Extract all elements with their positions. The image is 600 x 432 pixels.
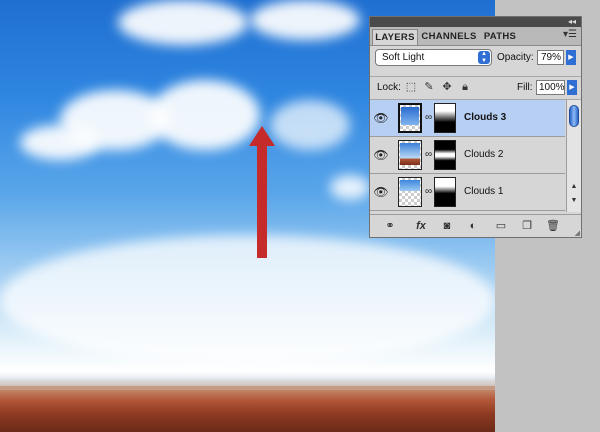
collapse-icon[interactable]: ◂◂ <box>568 17 576 27</box>
scrollbar-thumb[interactable] <box>569 105 579 127</box>
eye-icon[interactable]: 👁︎ <box>373 147 389 163</box>
cloud <box>330 175 370 200</box>
adjustment-layer-icon[interactable]: ◐ <box>466 219 480 233</box>
cloud <box>250 0 360 40</box>
eye-icon[interactable]: 👁︎ <box>373 110 389 126</box>
chain-link-icon[interactable]: ∞ <box>425 149 432 160</box>
layer-row[interactable]: 👁︎ ∞ Clouds 1 <box>370 174 565 211</box>
layer-thumbnail <box>398 103 422 133</box>
stepper-icon: ▲ ▼ <box>478 51 490 64</box>
chain-link-icon[interactable]: ∞ <box>425 186 432 197</box>
layers-panel: ◂◂ LAYERS CHANNELS PATHS ▾☰ Soft Light ▲… <box>369 16 582 238</box>
cloud <box>0 235 495 365</box>
cloud <box>118 0 248 45</box>
fill-input[interactable]: 100% <box>536 80 565 95</box>
layer-mask-thumbnail <box>434 177 456 207</box>
red-arrow-icon <box>249 126 275 258</box>
layer-thumbnail <box>398 177 422 207</box>
lock-transparency-icon[interactable]: ⬚ <box>405 81 417 93</box>
tab-layers[interactable]: LAYERS <box>372 29 418 45</box>
cloud <box>150 80 260 150</box>
layers-scrollbar[interactable]: ▲ ▼ <box>566 100 581 212</box>
opacity-input[interactable]: 79% <box>537 50 564 65</box>
layer-thumbnail <box>398 140 422 170</box>
fill-dropdown-button[interactable]: ▶ <box>567 80 577 95</box>
delete-layer-icon[interactable]: 🗑︎ <box>546 219 560 233</box>
layer-name[interactable]: Clouds 2 <box>464 149 503 160</box>
new-layer-icon[interactable]: ❐ <box>520 219 534 233</box>
fx-icon[interactable]: fx <box>412 219 430 233</box>
cloud <box>20 125 100 160</box>
blend-mode-value: Soft Light <box>382 52 425 63</box>
blend-mode-select[interactable]: Soft Light ▲ ▼ <box>375 49 492 66</box>
layers-list: 👁︎ ∞ Clouds 3 👁︎ ∞ Clouds 2 👁︎ ∞ Clouds <box>370 100 565 212</box>
resize-grip-icon[interactable]: ◢ <box>575 229 580 237</box>
layer-mask-thumbnail <box>434 103 456 133</box>
chain-link-icon[interactable]: ∞ <box>425 112 432 123</box>
panel-footer: ⚭ fx ◙ ◐ ▭ ❐ 🗑︎ ◢ <box>370 214 581 238</box>
new-group-icon[interactable]: ▭ <box>494 219 508 233</box>
panel-titlebar[interactable]: ◂◂ <box>370 17 581 27</box>
opacity-label: Opacity: <box>497 52 534 63</box>
layer-mask-thumbnail <box>434 140 456 170</box>
layer-row[interactable]: 👁︎ ∞ Clouds 2 <box>370 137 565 174</box>
fill-label: Fill: <box>517 82 533 93</box>
lock-row: Lock: ⬚ ✎ ✥ 🔒︎ Fill: 100% ▶ <box>370 76 581 100</box>
lock-all-icon[interactable]: 🔒︎ <box>459 81 471 93</box>
cloud <box>270 100 350 150</box>
add-mask-icon[interactable]: ◙ <box>440 219 454 233</box>
opacity-dropdown-button[interactable]: ▶ <box>566 50 576 65</box>
link-layers-icon[interactable]: ⚭ <box>382 219 398 233</box>
scroll-down-icon[interactable]: ▼ <box>569 195 579 206</box>
panel-tabs: LAYERS CHANNELS PATHS ▾☰ <box>370 27 581 46</box>
eye-icon[interactable]: 👁︎ <box>373 184 389 200</box>
canyon-landscape <box>0 378 495 432</box>
blend-row: Soft Light ▲ ▼ Opacity: 79% ▶ <box>370 47 581 69</box>
lock-position-move-icon[interactable]: ✥ <box>441 81 453 93</box>
scroll-up-icon[interactable]: ▲ <box>569 181 579 192</box>
layer-name[interactable]: Clouds 1 <box>464 186 503 197</box>
layer-row[interactable]: 👁︎ ∞ Clouds 3 <box>370 100 565 137</box>
panel-menu-icon[interactable]: ▾☰ <box>563 29 577 40</box>
lock-pixels-brush-icon[interactable]: ✎ <box>423 81 435 93</box>
layer-name[interactable]: Clouds 3 <box>464 112 506 123</box>
tab-paths[interactable]: PATHS <box>482 29 518 45</box>
lock-label: Lock: <box>377 82 401 93</box>
tab-channels[interactable]: CHANNELS <box>420 29 478 45</box>
